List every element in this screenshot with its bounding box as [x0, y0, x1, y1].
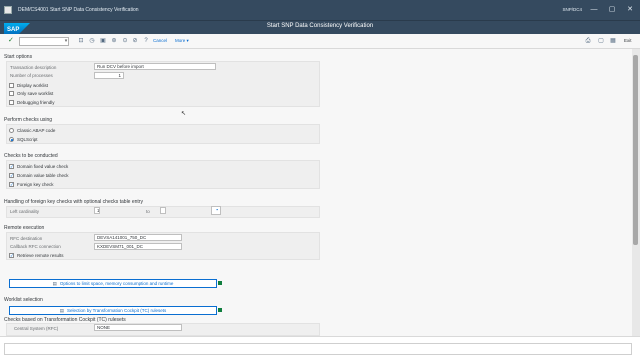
mouse-pointer-icon: ↖	[181, 111, 187, 117]
classic-abap-radio[interactable]	[9, 128, 14, 133]
status-indicator-icon	[218, 281, 222, 285]
tc-ruleset-label: Selection by Transformation Cockpit (TC)…	[66, 308, 167, 313]
foreign-key-heading: Handling of foreign key checks with opti…	[4, 199, 143, 205]
customize-icon[interactable]: ▦	[609, 37, 617, 45]
selection-screen: Start options Transaction description Ru…	[0, 49, 632, 336]
domain-fixed-value-label: Domain fixed value check	[17, 164, 69, 169]
tc-ruleset-button[interactable]: ▤ Selection by Transformation Cockpit (TC…	[9, 306, 217, 315]
checks-heading: Checks to be conducted	[4, 153, 58, 159]
scrollbar-thumb[interactable]	[633, 55, 638, 245]
central-system-label: Central System (RFC)	[14, 326, 59, 331]
system-label: SNP/DC4	[562, 7, 582, 12]
rfc-destination-label: RFC destination	[10, 236, 43, 241]
limit-options-label: Options to limit space, memory consumpti…	[59, 281, 174, 286]
window-titlebar: DEM/CS4001 Start SNP Data Consistency Ve…	[0, 0, 640, 20]
foreign-key-checkbox[interactable]: ✓	[9, 182, 14, 187]
worklist-selection-heading: Worklist selection	[4, 297, 43, 303]
minimize-icon[interactable]: —	[588, 5, 600, 14]
save-worklist-checkbox[interactable]	[9, 91, 14, 96]
transaction-description-field[interactable]: Run DCV before import	[94, 63, 216, 70]
app-icon	[4, 6, 12, 14]
domain-value-table-checkbox[interactable]: ✓	[9, 173, 14, 178]
debugging-friendly-checkbox[interactable]	[9, 100, 14, 105]
multiple-selection-button[interactable]: ▪	[211, 206, 221, 215]
start-options-heading: Start options	[4, 54, 33, 60]
processes-field[interactable]: 1	[94, 72, 124, 79]
close-icon[interactable]: ✕	[624, 5, 636, 14]
foreign-key-label: Foreign key check	[17, 182, 54, 187]
sqlscript-radio[interactable]	[9, 137, 14, 142]
back-icon[interactable]: ◷	[88, 37, 96, 45]
display-worklist-checkbox[interactable]	[9, 83, 14, 88]
left-cardinality-field[interactable]: 1	[94, 207, 100, 214]
application-toolbar: ✓ ▾ ⊡ ◷ ▣ ⊛ ⊙ ⊘ ? Cancel More ▾ ⎙ ▢ ▦ Ex…	[0, 34, 640, 49]
enter-icon[interactable]: ✓	[8, 37, 15, 45]
status-bar	[0, 336, 640, 360]
window-title: DEM/CS4001 Start SNP Data Consistency Ve…	[18, 7, 139, 13]
retrieve-remote-results-checkbox[interactable]: ✓	[9, 253, 14, 258]
status-indicator-icon	[218, 308, 222, 312]
exit-button[interactable]: Exit	[624, 38, 632, 43]
callback-rfc-label: Callback RFC connection	[10, 244, 61, 249]
perform-checks-heading: Perform checks using	[4, 117, 53, 123]
print-icon[interactable]: ⊙	[121, 37, 129, 45]
rfc-destination-field[interactable]: DEVSA141001_750_DC	[94, 234, 182, 241]
to-label: to	[146, 209, 150, 214]
selection-icon: ▤	[59, 308, 64, 313]
sqlscript-label: SQLScript	[17, 137, 38, 142]
exit-icon[interactable]: ▣	[99, 37, 107, 45]
transaction-description-label: Transaction description	[10, 65, 57, 70]
limit-options-button[interactable]: ▤ Options to limit space, memory consumpt…	[9, 279, 217, 288]
shell-header: SAP Start SNP Data Consistency Verificat…	[0, 20, 640, 34]
domain-value-table-label: Domain value table check	[17, 173, 69, 178]
debugging-friendly-label: Debugging friendly	[17, 100, 55, 105]
window-icon[interactable]: ▢	[597, 37, 605, 45]
classic-abap-label: Classic ABAP code	[17, 128, 56, 133]
more-menu[interactable]: More ▾	[175, 38, 189, 44]
left-cardinality-label: Left cardinality	[10, 209, 40, 214]
domain-fixed-value-checkbox[interactable]: ✓	[9, 164, 14, 169]
options-icon: ▤	[52, 281, 57, 286]
central-system-field[interactable]: NONE	[94, 324, 182, 331]
perform-checks-panel	[6, 124, 320, 144]
find-icon[interactable]: ⊘	[131, 37, 139, 45]
status-message	[4, 343, 632, 355]
save-icon[interactable]: ⊡	[77, 37, 85, 45]
right-cardinality-field[interactable]	[160, 207, 166, 214]
page-title: Start SNP Data Consistency Verification	[266, 23, 374, 29]
cancel-button[interactable]: Cancel	[153, 38, 167, 43]
save-worklist-label: Only save worklist	[17, 91, 54, 96]
vertical-scrollbar[interactable]	[632, 49, 640, 336]
command-dropdown-icon[interactable]: ▾	[62, 37, 70, 46]
remote-execution-heading: Remote execution	[4, 225, 45, 231]
maximize-icon[interactable]: ▢	[606, 5, 618, 14]
display-worklist-label: Display worklist	[17, 83, 49, 88]
processes-label: Number of processes	[10, 73, 53, 78]
cancel-icon[interactable]: ⊛	[110, 37, 118, 45]
retrieve-remote-results-label: Retrieve remote results	[17, 253, 64, 258]
callback-rfc-field[interactable]: KXDEVSM71_001_DC	[94, 243, 182, 250]
help-icon[interactable]: ?	[142, 37, 150, 45]
print-icon[interactable]: ⎙	[584, 37, 592, 45]
